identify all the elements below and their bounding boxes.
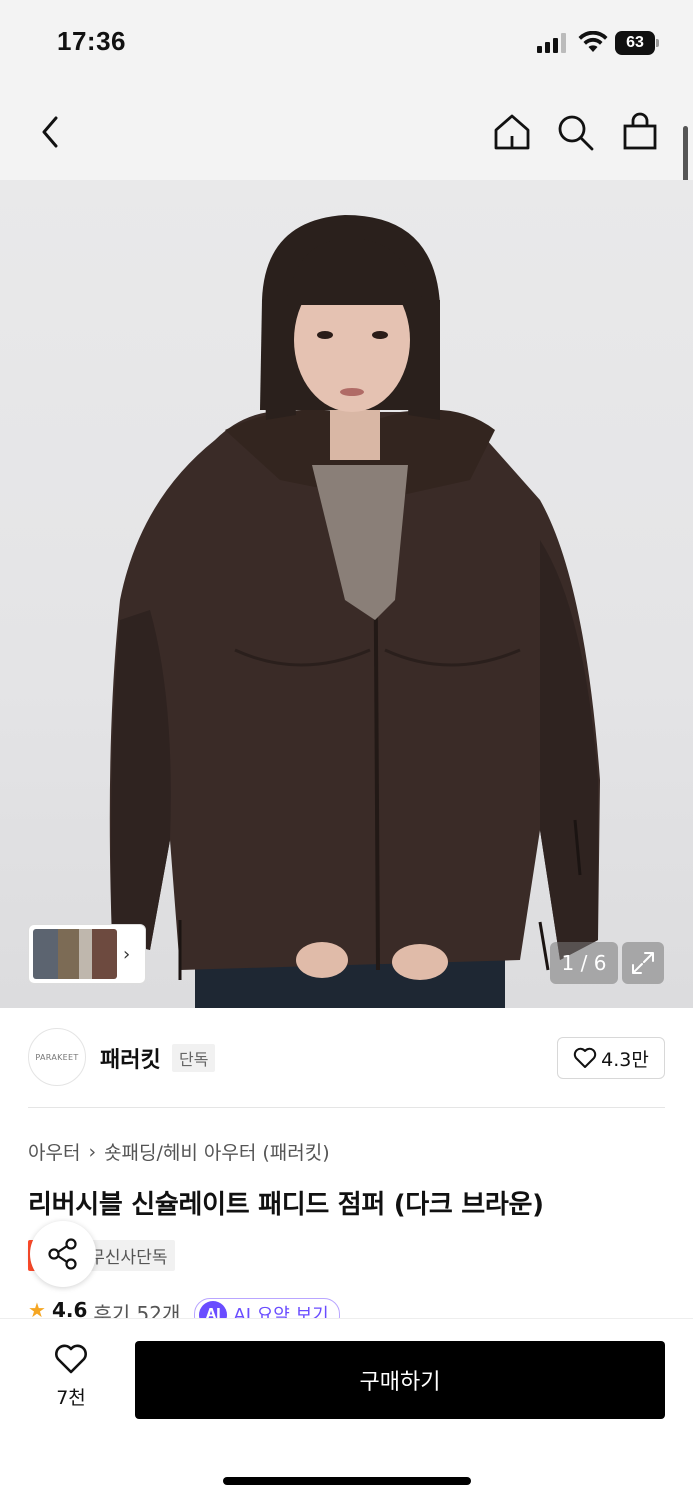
- share-button[interactable]: [30, 1221, 96, 1287]
- chevron-left-icon: [42, 116, 58, 148]
- search-icon: [558, 115, 594, 151]
- bottom-action-bar: 7천 구매하기: [0, 1318, 693, 1500]
- product-title: 리버시블 신슐레이트 패디드 점퍼 (다크 브라운): [28, 1190, 544, 1220]
- top-nav-bar: [0, 90, 693, 180]
- brand-logo[interactable]: PARAKEET: [28, 1028, 86, 1086]
- wishlist-count: 7천: [56, 1387, 86, 1409]
- divider: [28, 1107, 665, 1108]
- share-icon: [48, 1238, 77, 1270]
- chevron-right-icon: ›: [88, 1140, 97, 1163]
- battery-level: 63: [615, 31, 655, 55]
- product-image-gallery[interactable]: › 1 / 6: [0, 180, 693, 1008]
- cellular-signal-icon: [537, 33, 566, 53]
- home-button[interactable]: [490, 110, 534, 154]
- ai-summary-button[interactable]: AI AI 요약 보기: [194, 1298, 340, 1318]
- rating-value: 4.6: [51, 1298, 88, 1318]
- product-photo: [109, 215, 600, 1008]
- brand-row: PARAKEET 패러킷 단독 4.3만: [28, 1028, 665, 1086]
- heart-icon: [573, 1047, 597, 1068]
- home-indicator[interactable]: [223, 1477, 471, 1485]
- status-time: 17:36: [57, 26, 126, 56]
- chevron-right-icon: ›: [123, 943, 131, 965]
- wifi-icon: [578, 31, 608, 52]
- expand-icon: [632, 952, 654, 974]
- brand-like-button[interactable]: 4.3만: [557, 1037, 665, 1079]
- cart-button[interactable]: [618, 110, 662, 154]
- exclusive-tag: 단독: [172, 1044, 216, 1072]
- ai-summary-label: AI 요약 보기: [233, 1305, 329, 1318]
- brand-name[interactable]: 패러킷: [100, 1042, 161, 1074]
- review-count-link[interactable]: 후기 52개: [93, 1298, 180, 1318]
- breadcrumb-category[interactable]: 아우터: [28, 1138, 80, 1165]
- brand-like-count: 4.3만: [601, 1048, 649, 1071]
- back-button[interactable]: [28, 110, 72, 154]
- search-button[interactable]: [553, 110, 597, 154]
- thumbnail-preview: [33, 929, 117, 979]
- shopping-bag-icon: [623, 112, 657, 150]
- battery-indicator: 63: [615, 31, 659, 55]
- expand-image-button[interactable]: [622, 942, 664, 984]
- status-bar: 17:36 63: [0, 0, 693, 90]
- home-icon: [494, 114, 530, 150]
- image-pager: 1 / 6: [550, 942, 618, 984]
- wishlist-button[interactable]: 7천: [40, 1343, 102, 1410]
- breadcrumb: 아우터 › 숏패딩/헤비 아우터 (패러킷): [28, 1138, 330, 1165]
- star-icon: ★: [28, 1298, 46, 1318]
- ai-icon: AI: [199, 1301, 228, 1318]
- rating-row: ★ 4.6 후기 52개 AI AI 요약 보기: [28, 1298, 340, 1318]
- breadcrumb-sub-category[interactable]: 숏패딩/헤비 아우터 (패러킷): [104, 1138, 330, 1165]
- thumbnail-strip-button[interactable]: ›: [28, 924, 146, 984]
- buy-button[interactable]: 구매하기: [135, 1341, 665, 1419]
- heart-icon: [55, 1344, 87, 1374]
